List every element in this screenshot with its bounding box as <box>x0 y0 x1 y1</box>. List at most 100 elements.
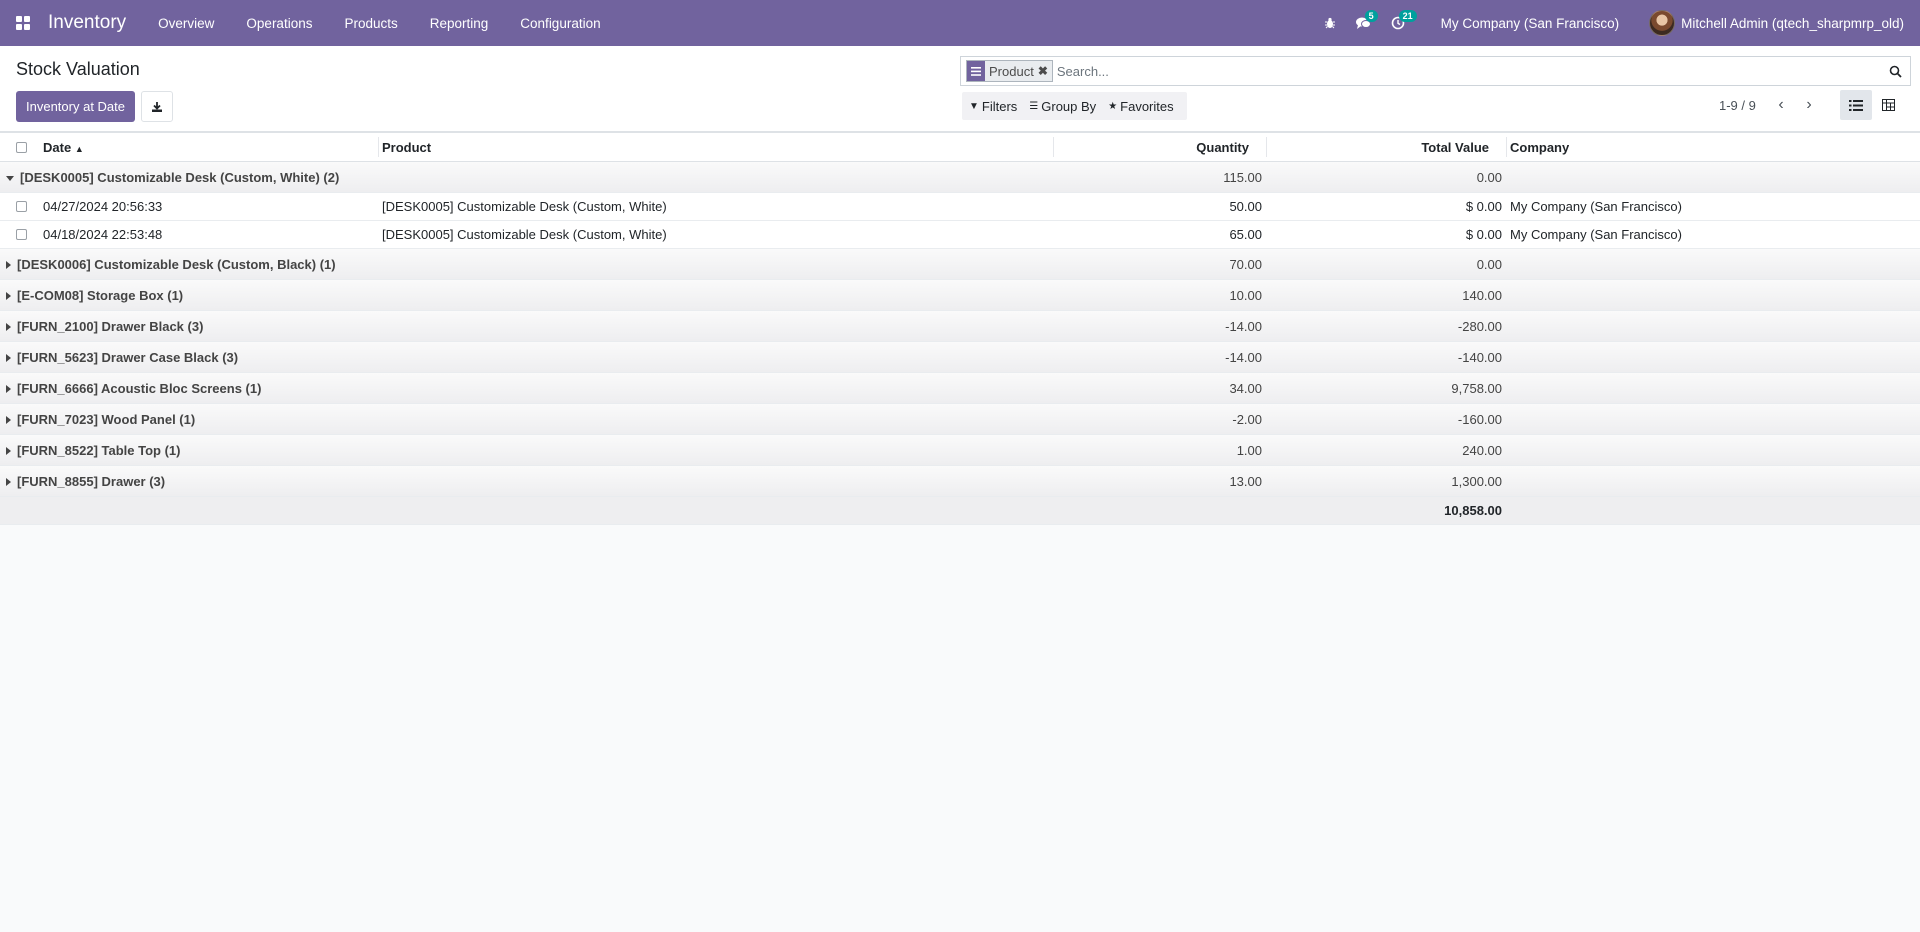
group-total-value: -160.00 <box>1457 411 1502 427</box>
row-date: 04/18/2024 22:53:48 <box>43 227 163 242</box>
page-title: Stock Valuation <box>16 59 140 79</box>
group-row[interactable]: [FURN_7023] Wood Panel (1) -2.00 -160.00 <box>0 404 1920 435</box>
pivot-view-icon[interactable] <box>1872 90 1904 120</box>
group-total-value: 140.00 <box>1462 287 1502 303</box>
table-row[interactable]: 04/27/2024 20:56:33 [DESK0005] Customiza… <box>0 193 1920 221</box>
group-row[interactable]: [FURN_6666] Acoustic Bloc Screens (1) 34… <box>0 373 1920 404</box>
sort-ascending-icon: ▲ <box>74 143 84 154</box>
activities-badge: 21 <box>1398 10 1417 22</box>
caret-right-icon <box>6 323 11 332</box>
select-all-checkbox[interactable] <box>16 141 27 153</box>
group-row[interactable]: [FURN_5623] Drawer Case Black (3) -14.00… <box>0 342 1920 373</box>
group-label-text: [FURN_8855] Drawer (3) <box>17 473 166 489</box>
row-checkbox[interactable] <box>16 229 27 240</box>
group-label-text: [E-COM08] Storage Box (1) <box>17 287 184 303</box>
caret-right-icon <box>6 292 11 301</box>
group-row[interactable]: [FURN_2100] Drawer Black (3) -14.00 -280… <box>0 311 1920 342</box>
caret-right-icon <box>6 261 11 270</box>
group-quantity: 70.00 <box>1229 256 1262 272</box>
column-separator[interactable] <box>1266 137 1267 157</box>
groupby-icon: ☰ <box>1029 100 1039 112</box>
debug-bug-icon[interactable] <box>1313 0 1347 46</box>
column-separator[interactable] <box>378 137 379 157</box>
grand-total-value: 10,858.00 <box>1444 503 1502 518</box>
top-navbar: Inventory Overview Operations Products R… <box>0 0 1920 46</box>
facet-remove-icon[interactable]: ✖ <box>1038 64 1052 78</box>
menu-reporting[interactable]: Reporting <box>414 0 505 46</box>
column-separator[interactable] <box>1053 137 1054 157</box>
menu-products[interactable]: Products <box>328 0 413 46</box>
row-company: My Company (San Francisco) <box>1510 199 1682 214</box>
apps-menu-icon[interactable] <box>0 0 46 46</box>
row-checkbox[interactable] <box>16 201 27 212</box>
row-date: 04/27/2024 20:56:33 <box>43 199 163 214</box>
group-label: [FURN_6666] Acoustic Bloc Screens (1) <box>6 381 261 396</box>
group-row[interactable]: [FURN_8855] Drawer (3) 13.00 1,300.00 <box>0 466 1920 497</box>
column-separator[interactable] <box>1506 137 1507 157</box>
filters-dropdown[interactable]: ▼ Filters <box>962 99 1022 114</box>
group-row[interactable]: [E-COM08] Storage Box (1) 10.00 140.00 <box>0 280 1920 311</box>
row-total-value: $ 0.00 <box>1465 227 1502 242</box>
header-total-value[interactable]: Total Value <box>1270 140 1489 155</box>
user-menu[interactable]: Mitchell Admin (qtech_sharpmrp_old) <box>1635 10 1920 36</box>
pager-next-icon[interactable]: › <box>1798 94 1820 116</box>
messages-badge: 5 <box>1364 10 1378 22</box>
group-row[interactable]: [FURN_8522] Table Top (1) 1.00 240.00 <box>0 435 1920 466</box>
filters-label: Filters <box>981 98 1018 114</box>
user-name: Mitchell Admin (qtech_sharpmrp_old) <box>1681 15 1904 31</box>
favorites-dropdown[interactable]: ★ Favorites <box>1101 99 1178 114</box>
group-total-value: 9,758.00 <box>1451 380 1502 396</box>
menu-operations[interactable]: Operations <box>230 0 328 46</box>
group-quantity: 13.00 <box>1229 473 1262 489</box>
group-quantity: 34.00 <box>1229 380 1262 396</box>
download-button[interactable] <box>141 91 173 122</box>
row-product: [DESK0005] Customizable Desk (Custom, Wh… <box>382 227 667 242</box>
group-row[interactable]: [DESK0005] Customizable Desk (Custom, Wh… <box>0 162 1920 193</box>
caret-right-icon <box>6 447 11 456</box>
avatar <box>1649 10 1676 36</box>
company-switcher[interactable]: My Company (San Francisco) <box>1415 16 1636 31</box>
group-quantity: 10.00 <box>1229 287 1262 303</box>
search-input[interactable] <box>1052 58 1880 84</box>
menu-overview[interactable]: Overview <box>142 0 230 46</box>
menu-configuration[interactable]: Configuration <box>504 0 616 46</box>
caret-right-icon <box>6 416 11 425</box>
row-total-value: $ 0.00 <box>1465 199 1502 214</box>
header-company[interactable]: Company <box>1510 140 1569 155</box>
app-name[interactable]: Inventory <box>48 12 126 34</box>
group-quantity: 1.00 <box>1236 442 1262 458</box>
table-header: Date ▲ Product Quantity Total Value Comp… <box>0 132 1920 162</box>
row-company: My Company (San Francisco) <box>1510 227 1682 242</box>
groupby-label: Group By <box>1041 98 1097 114</box>
search-icon[interactable] <box>1880 57 1910 85</box>
star-icon: ★ <box>1108 100 1118 112</box>
group-label: [FURN_8855] Drawer (3) <box>6 474 165 489</box>
header-product[interactable]: Product <box>382 140 431 155</box>
facet-value: Product <box>989 63 1034 79</box>
group-label: [FURN_7023] Wood Panel (1) <box>6 412 195 427</box>
header-quantity[interactable]: Quantity <box>1060 140 1249 155</box>
filter-icon: ▼ <box>969 100 979 112</box>
messages-icon[interactable]: 5 <box>1347 0 1381 46</box>
list-view-icon[interactable] <box>1840 90 1872 120</box>
caret-right-icon <box>6 385 11 394</box>
group-label: [FURN_5623] Drawer Case Black (3) <box>6 350 238 365</box>
row-quantity: 50.00 <box>1229 199 1262 214</box>
group-row[interactable]: [DESK0006] Customizable Desk (Custom, Bl… <box>0 249 1920 280</box>
group-label: [FURN_8522] Table Top (1) <box>6 443 180 458</box>
group-quantity: 115.00 <box>1223 169 1262 185</box>
activities-clock-icon[interactable]: 21 <box>1381 0 1417 46</box>
group-label-text: [FURN_6666] Acoustic Bloc Screens (1) <box>17 380 262 396</box>
row-quantity: 65.00 <box>1229 227 1262 242</box>
group-label-text: [DESK0005] Customizable Desk (Custom, Wh… <box>20 169 340 185</box>
group-total-value: -140.00 <box>1457 349 1502 365</box>
search-bar: Product ✖ <box>960 56 1911 86</box>
group-label-text: [FURN_7023] Wood Panel (1) <box>17 411 196 427</box>
header-date[interactable]: Date ▲ <box>43 140 84 155</box>
stock-valuation-table: Date ▲ Product Quantity Total Value Comp… <box>0 132 1920 525</box>
pager-value[interactable]: 1-9 / 9 <box>1719 98 1756 113</box>
inventory-at-date-button[interactable]: Inventory at Date <box>16 91 135 122</box>
pager-previous-icon[interactable]: ‹ <box>1770 94 1792 116</box>
table-row[interactable]: 04/18/2024 22:53:48 [DESK0005] Customiza… <box>0 221 1920 249</box>
groupby-dropdown[interactable]: ☰ Group By <box>1022 99 1101 114</box>
